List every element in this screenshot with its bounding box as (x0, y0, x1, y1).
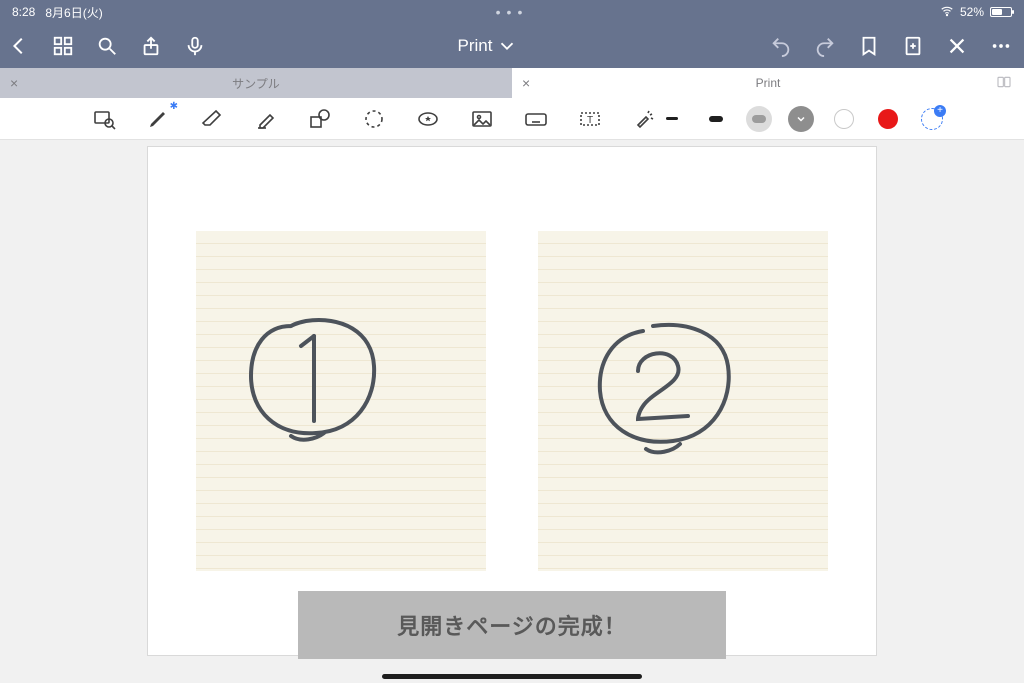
textbox-tool[interactable]: T (576, 105, 604, 133)
close-icon[interactable]: × (522, 75, 530, 91)
chevron-down-icon (496, 35, 518, 57)
battery-icon (990, 7, 1012, 17)
home-indicator[interactable] (382, 674, 642, 679)
stroke-medium[interactable] (702, 105, 730, 133)
tab-sample[interactable]: × サンプル (0, 68, 512, 98)
canvas-area[interactable]: 見開きページの完成！ (0, 140, 1024, 683)
color-red[interactable] (874, 105, 902, 133)
keyboard-tool[interactable] (522, 105, 550, 133)
image-tool[interactable] (468, 105, 496, 133)
laser-pointer-tool[interactable] (630, 105, 658, 133)
caption-banner: 見開きページの完成！ (298, 591, 726, 659)
stroke-thin[interactable] (658, 105, 686, 133)
back-button[interactable] (6, 33, 32, 59)
handwriting-1 (196, 231, 486, 571)
tab-print[interactable]: × Print (512, 68, 1024, 98)
stroke-picker-button[interactable] (788, 106, 814, 132)
bluetooth-icon: ✱ (170, 101, 178, 112)
note-page-right[interactable] (538, 231, 828, 571)
document-title-text: Print (458, 36, 493, 56)
add-page-button[interactable] (900, 33, 926, 59)
app-toolbar: Print (0, 24, 1024, 68)
document-title-button[interactable]: Print (458, 35, 519, 57)
handwriting-2 (538, 231, 828, 571)
add-color-button[interactable]: + (918, 105, 946, 133)
tab-label: Print (756, 76, 781, 90)
color-white[interactable] (830, 105, 858, 133)
tab-label: サンプル (232, 75, 280, 92)
zoom-tool[interactable] (90, 105, 118, 133)
mic-button[interactable] (182, 33, 208, 59)
svg-text:T: T (587, 115, 593, 126)
highlighter-tool[interactable] (252, 105, 280, 133)
share-button[interactable] (138, 33, 164, 59)
bookmark-button[interactable] (856, 33, 882, 59)
search-button[interactable] (94, 33, 120, 59)
page-canvas[interactable]: 見開きページの完成！ (147, 146, 877, 656)
grid-view-button[interactable] (50, 33, 76, 59)
shapes-tool[interactable] (306, 105, 334, 133)
lasso-tool[interactable] (360, 105, 388, 133)
drawing-toolbar: ✱ T (0, 98, 1024, 140)
eraser-tool[interactable] (198, 105, 226, 133)
close-button[interactable] (944, 33, 970, 59)
caption-text: 見開きページの完成！ (397, 609, 627, 641)
multitask-indicator-icon[interactable]: ••• (0, 4, 1024, 20)
split-view-icon[interactable] (996, 74, 1012, 93)
ipad-status-bar: 8:28 8月6日(火) ••• 52% (0, 0, 1024, 24)
stamp-tool[interactable] (414, 105, 442, 133)
undo-button[interactable] (768, 33, 794, 59)
more-button[interactable] (988, 33, 1014, 59)
document-tabs: × サンプル × Print (0, 68, 1024, 98)
stroke-thick[interactable] (746, 106, 772, 132)
redo-button[interactable] (812, 33, 838, 59)
close-icon[interactable]: × (10, 75, 18, 91)
note-page-left[interactable] (196, 231, 486, 571)
pen-tool[interactable]: ✱ (144, 105, 172, 133)
